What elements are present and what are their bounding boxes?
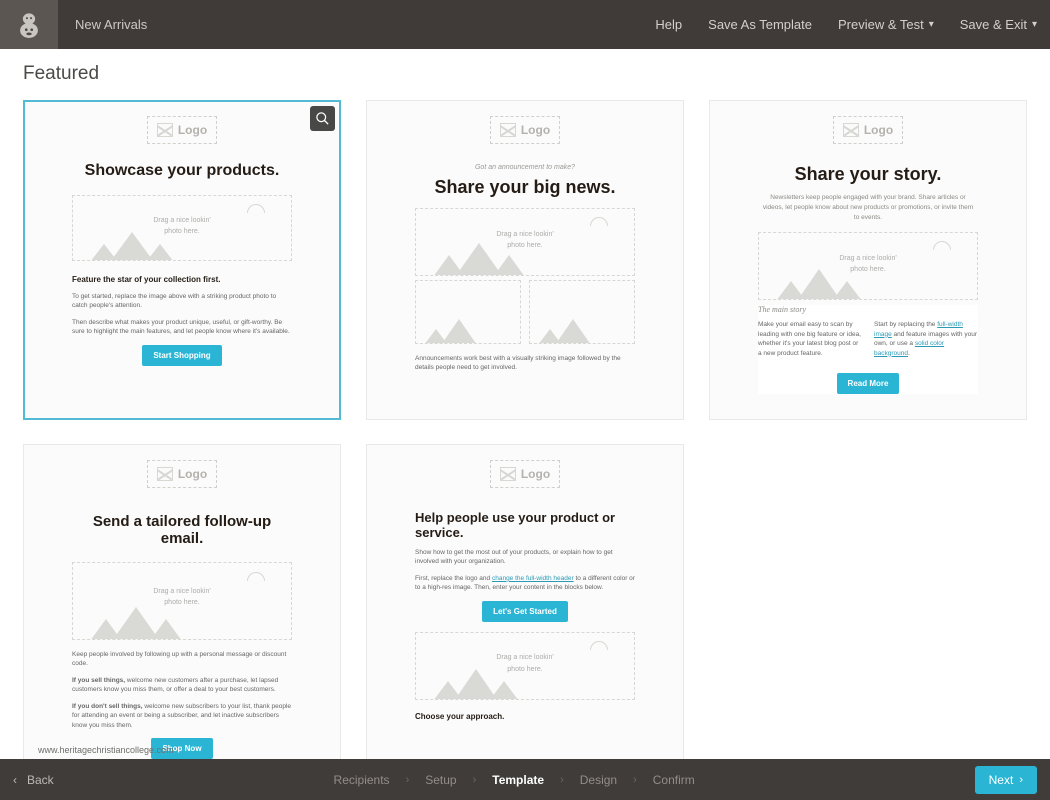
body-para: If you sell things, welcome new customer… <box>72 676 292 695</box>
template-desc: Newsletters keep people engaged with you… <box>758 193 978 222</box>
template-card-follow-up[interactable]: Logo Send a tailored follow-up email. Dr… <box>23 444 341 759</box>
story-col: Make your email easy to scan by leading … <box>758 320 862 358</box>
logo-placeholder: Logo <box>147 116 217 144</box>
topbar: New Arrivals Help Save As Template Previ… <box>0 0 1050 49</box>
logo-placeholder: Logo <box>490 460 560 488</box>
zoom-button[interactable] <box>310 106 335 131</box>
body-para: Then describe what makes your product un… <box>72 318 292 337</box>
monkey-icon <box>15 10 43 40</box>
campaign-title: New Arrivals <box>75 17 147 32</box>
chevron-down-icon: ▾ <box>1032 19 1037 30</box>
step-recipients[interactable]: Recipients <box>334 773 390 787</box>
body-para: First, replace the logo and change the f… <box>415 574 635 593</box>
template-card-educate[interactable]: Logo Help people use your product or ser… <box>366 444 684 759</box>
canvas: Featured Logo Showcase your products. Dr… <box>0 49 1050 759</box>
image-placeholder: Drag a nice lookin'photo here. <box>415 632 635 700</box>
footer-bar: ‹ Back Recipients› Setup› Template› Desi… <box>0 759 1050 800</box>
chevron-right-icon: › <box>1019 774 1023 786</box>
step-template[interactable]: Template <box>492 773 544 787</box>
chevron-down-icon: ▾ <box>929 19 934 30</box>
image-placeholder: Drag a nice lookin'photo here. <box>72 562 292 640</box>
save-exit-dropdown[interactable]: Save & Exit▾ <box>947 0 1050 49</box>
body-para: If you don't sell things, welcome new su… <box>72 702 292 730</box>
approach-heading: Choose your approach. <box>415 712 635 721</box>
section-title: Featured <box>23 63 1027 85</box>
step-design[interactable]: Design <box>580 773 617 787</box>
template-grid: Logo Showcase your products. Drag a nice… <box>23 100 1027 759</box>
template-card-announcement[interactable]: Logo Got an announcement to make? Share … <box>366 100 684 420</box>
template-card-sell-products[interactable]: Logo Showcase your products. Drag a nice… <box>23 100 341 420</box>
preview-test-dropdown[interactable]: Preview & Test▾ <box>825 0 947 49</box>
logo-placeholder: Logo <box>490 116 560 144</box>
supertitle: Got an announcement to make? <box>415 164 635 171</box>
template-heading: Share your story. <box>758 164 978 185</box>
cta-button: Read More <box>837 373 900 394</box>
logo-placeholder: Logo <box>147 460 217 488</box>
body-para: Show how to get the most out of your pro… <box>415 548 635 567</box>
footer-note: Announcements work best with a visually … <box>415 354 635 373</box>
template-heading: Send a tailored follow-up email. <box>72 513 292 547</box>
template-card-tell-story[interactable]: Logo Share your story. Newsletters keep … <box>709 100 1027 420</box>
story-label: The main story <box>758 305 978 314</box>
back-button[interactable]: ‹ Back <box>13 773 54 787</box>
lead-text: Feature the star of your collection firs… <box>72 275 292 284</box>
save-template-link[interactable]: Save As Template <box>695 0 825 49</box>
template-heading: Help people use your product or service. <box>415 510 635 540</box>
body-para: Keep people involved by following up wit… <box>72 650 292 669</box>
magnify-icon <box>315 111 330 126</box>
top-right-menu: Help Save As Template Preview & Test▾ Sa… <box>642 0 1050 49</box>
chevron-left-icon: ‹ <box>13 773 17 787</box>
mailchimp-logo[interactable] <box>0 0 58 49</box>
image-placeholder: Drag a nice lookin'photo here. <box>415 208 635 276</box>
image-placeholder: Drag a nice lookin'photo here. <box>758 232 978 300</box>
logo-placeholder: Logo <box>833 116 903 144</box>
step-breadcrumb: Recipients› Setup› Template› Design› Con… <box>334 773 695 787</box>
step-confirm[interactable]: Confirm <box>653 773 695 787</box>
story-col: Start by replacing the full-width image … <box>874 320 978 358</box>
image-placeholder: Drag a nice lookin'photo here. <box>72 195 292 261</box>
template-heading: Showcase your products. <box>72 162 292 180</box>
help-link[interactable]: Help <box>642 0 695 49</box>
cta-button: Start Shopping <box>142 345 221 366</box>
next-button[interactable]: Next› <box>975 766 1037 794</box>
step-setup[interactable]: Setup <box>425 773 456 787</box>
cta-button: Let's Get Started <box>482 601 568 622</box>
image-row <box>415 280 635 344</box>
watermark: www.heritagechristiancollege.com <box>38 745 174 755</box>
template-heading: Share your big news. <box>415 177 635 198</box>
body-para: To get started, replace the image above … <box>72 292 292 311</box>
